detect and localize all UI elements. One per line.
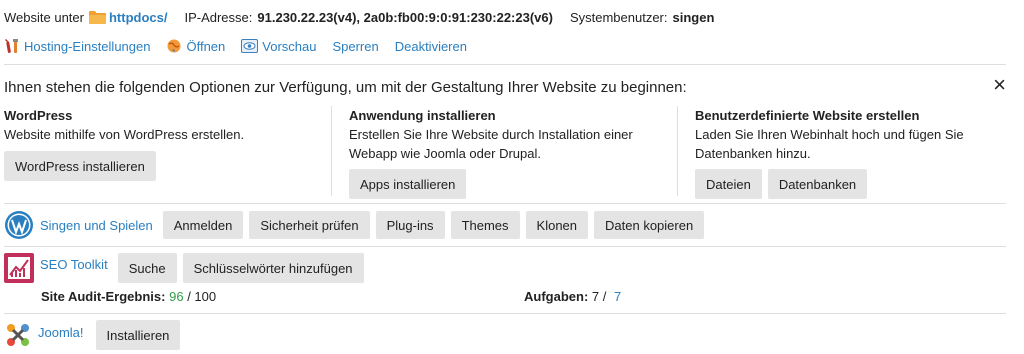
httpdocs-link[interactable]: httpdocs/ [109,10,168,25]
wordpress-site-name[interactable]: Singen und Spielen [40,218,153,233]
system-user-label: Systembenutzer: [569,9,668,25]
tasks-value: 7 / [591,289,607,304]
option-separator-1 [331,106,332,196]
seo-toolkit-buttons: Suche Schlüsselwörter hinzufügen [117,253,364,283]
plugins-button[interactable]: Plug-ins [375,211,445,239]
clone-button[interactable]: Klonen [525,211,589,239]
audit-total: / 100 [187,289,217,304]
system-user-value: singen [672,9,715,25]
option-separator-2 [677,106,678,196]
website-prefix: Website unter [4,9,84,25]
options-intro-row: Ihnen stehen die folgenden Optionen zur … [4,76,1006,98]
audit-score: 96 [169,289,184,304]
custom-option: Benutzerdefinierte Website erstellen Lad… [695,107,1015,199]
joomla-icon [4,321,32,349]
databases-button[interactable]: Datenbanken [767,169,868,199]
copy-data-button[interactable]: Daten kopieren [594,211,705,239]
seo-chart-icon [4,253,34,283]
seo-toolkit-row: SEO Toolkit Suche Schlüsselwörter hinzuf… [4,252,1006,284]
options-intro-text: Ihnen stehen die folgenden Optionen zur … [4,78,687,96]
lock-link[interactable]: Sperren [332,39,378,54]
install-apps-button[interactable]: Apps installieren [349,169,467,199]
preview-link[interactable]: Vorschau [262,39,316,54]
joomla-name[interactable]: Joomla! [38,325,84,340]
custom-option-buttons: Dateien Datenbanken [695,169,1015,199]
tasks-label: Aufgaben: [524,289,589,304]
folder-icon [88,10,106,24]
files-button[interactable]: Dateien [695,169,762,199]
install-wordpress-button[interactable]: WordPress installieren [4,151,156,181]
security-check-button[interactable]: Sicherheit prüfen [249,211,370,239]
themes-button[interactable]: Themes [450,211,520,239]
hosting-settings-link[interactable]: Hosting-Einstellungen [24,39,150,54]
wordpress-option: WordPress Website mithilfe von WordPress… [4,107,324,181]
close-icon[interactable]: × [993,73,1006,97]
eye-icon [241,39,259,53]
wordpress-site-row: Singen und Spielen Anmelden Sicherheit p… [4,210,1006,240]
search-button[interactable]: Suche [117,253,177,283]
tasks-link[interactable]: 7 [614,289,621,304]
ip-label: IP-Adresse: [184,9,253,25]
login-button[interactable]: Anmelden [162,211,244,239]
add-keywords-button[interactable]: Schlüsselwörter hinzufügen [182,253,364,283]
app-option-title: Anwendung installieren [349,108,496,123]
divider-top [4,64,1006,65]
seo-tasks: Aufgaben: 7 / 7 [524,289,621,304]
open-link[interactable]: Öffnen [186,39,225,54]
divider-wordpress [4,246,1006,247]
tools-icon [4,38,20,54]
custom-option-text-1: Laden Sie Ihren Webinhalt hoch und fügen… [695,127,964,142]
wordpress-option-title: WordPress [4,108,73,123]
seo-audit-result: Site Audit-Ergebnis: 96 / 100 [41,289,216,304]
wordpress-site-buttons: Anmelden Sicherheit prüfen Plug-ins Them… [162,211,705,239]
seo-toolkit-name[interactable]: SEO Toolkit [40,257,108,272]
app-option-text-1: Erstellen Sie Ihre Website durch Install… [349,127,633,142]
app-option: Anwendung installieren Erstellen Sie Ihr… [349,107,669,199]
custom-option-text-2: Datenbanken hinzu. [695,146,811,161]
site-actions-bar: Hosting-Einstellungen Öffnen Vorschau Sp… [4,37,1006,55]
site-info-bar: Website unter httpdocs/ IP-Adresse: 91.2… [4,8,1006,26]
custom-option-title: Benutzerdefinierte Website erstellen [695,108,920,123]
audit-label: Site Audit-Ergebnis: [41,289,166,304]
ip-value: 91.230.22.23(v4), 2a0b:fb00:9:0:91:230:2… [257,9,553,25]
joomla-row: Joomla! Installieren [4,319,1006,351]
install-joomla-button[interactable]: Installieren [95,320,181,350]
wordpress-icon [4,210,34,240]
wordpress-option-text: Website mithilfe von WordPress erstellen… [4,127,245,142]
deactivate-link[interactable]: Deaktivieren [395,39,467,54]
globe-icon [166,38,182,54]
divider-options [4,203,1006,204]
divider-seo [4,313,1006,314]
app-option-text-2: Webapp wie Joomla oder Drupal. [349,146,541,161]
